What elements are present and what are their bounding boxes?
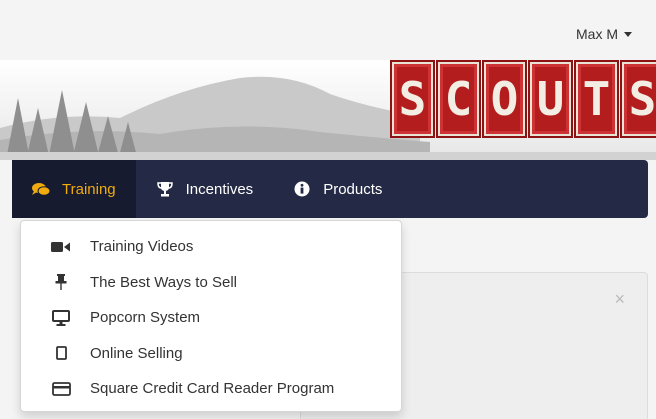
nav-item-training[interactable]: Training [12,160,136,218]
desktop-icon [51,309,71,326]
video-camera-icon [51,239,71,255]
logo-letter: U [528,60,573,138]
menu-item-popcorn-system[interactable]: Popcorn System [21,300,401,336]
comments-icon [32,181,50,197]
pushpin-icon [51,274,71,291]
menu-item-online-selling[interactable]: Online Selling [21,336,401,372]
menu-item-label: Square Credit Card Reader Program [90,380,335,398]
page: Max M S C O U T S Training Incentives Pr… [0,0,656,419]
menu-item-training-videos[interactable]: Training Videos [21,229,401,265]
info-circle-icon [293,181,311,197]
logo-letter: S [390,60,435,138]
menu-item-square-credit-card-reader[interactable]: Square Credit Card Reader Program [21,371,401,407]
nav-label-training: Training [62,180,116,198]
training-dropdown-menu: Training Videos The Best Ways to Sell Po… [20,220,402,412]
logo-letter: T [574,60,619,138]
logo-letter: O [482,60,527,138]
close-icon[interactable]: × [614,289,625,310]
logo-letter: S [620,60,656,138]
caret-down-icon [624,31,632,37]
credit-card-icon [51,381,71,397]
menu-item-label: The Best Ways to Sell [90,273,237,291]
nav-item-incentives[interactable]: Incentives [136,160,274,218]
menu-item-label: Training Videos [90,238,194,256]
menu-item-label: Popcorn System [90,309,201,327]
logo-letter: C [436,60,481,138]
nav-label-products: Products [323,180,383,198]
tablet-icon [51,345,71,361]
user-name: Max M [576,26,618,42]
trophy-icon [156,181,174,197]
menu-item-best-ways-to-sell[interactable]: The Best Ways to Sell [21,265,401,301]
nav-label-incentives: Incentives [185,180,254,198]
user-menu[interactable]: Max M [576,26,632,42]
main-navbar: Training Incentives Products [12,160,648,218]
nav-item-products[interactable]: Products [273,160,402,218]
scouts-logo: S C O U T S [390,60,656,140]
menu-item-label: Online Selling [90,344,183,362]
